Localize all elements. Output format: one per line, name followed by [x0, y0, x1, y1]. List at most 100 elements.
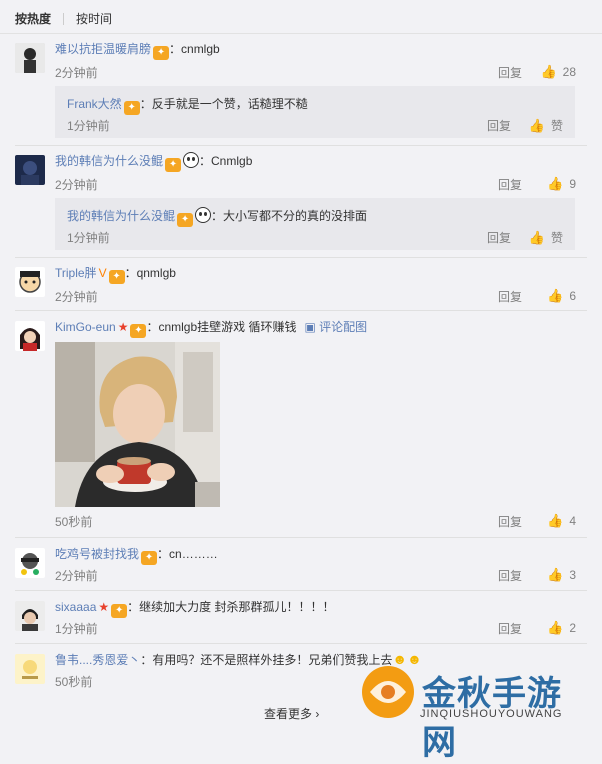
like-count: 28: [562, 65, 576, 79]
avatar[interactable]: [15, 601, 45, 631]
username[interactable]: sixaaaa: [55, 600, 96, 614]
like-count: 9: [569, 177, 576, 191]
reply-button[interactable]: 回复: [498, 176, 522, 193]
username[interactable]: Frank大然: [67, 97, 122, 111]
like-count: 4: [569, 514, 576, 528]
timestamp: 2分钟前: [55, 290, 98, 304]
view-more-link[interactable]: 查看更多 ›: [264, 705, 319, 722]
avatar[interactable]: [15, 267, 45, 297]
view-more-label: 查看更多: [264, 707, 313, 721]
reply-item: Frank大然 ✦ ：反手就是一个赞，话糙理不糙 1分钟前 回复 👍 赞: [55, 86, 575, 138]
divider: [15, 537, 587, 538]
like-count: 3: [569, 568, 576, 582]
comment-text: ：Cnmlgb: [199, 154, 253, 168]
like-button[interactable]: 👍 赞: [529, 229, 563, 246]
username[interactable]: 我的韩信为什么没鲲: [55, 154, 163, 168]
avatar[interactable]: [15, 654, 45, 684]
like-button[interactable]: 👍 3: [547, 567, 576, 583]
comment-text: ：qnmlgb: [124, 266, 176, 280]
comment-image-link[interactable]: ▣ 评论配图: [305, 320, 368, 334]
comment-line: 难以抗拒温暖肩膀 ✦ ：cnmlgb: [55, 40, 220, 60]
reply-line: 我的韩信为什么没鲲 ✦ ：大小写都不分的真的没排面: [67, 207, 367, 227]
timestamp: 50秒前: [55, 515, 93, 529]
reply-text: ：反手就是一个赞，话糙理不糙: [139, 97, 308, 111]
timestamp: 1分钟前: [67, 119, 110, 133]
member-badge-icon: ✦: [165, 158, 182, 172]
username[interactable]: 难以抗拒温暖肩膀: [55, 42, 151, 56]
reply-button[interactable]: 回复: [487, 117, 511, 134]
like-button[interactable]: 👍 6: [547, 288, 576, 304]
comment-line: 吃鸡号被封找我 ✦ ：cn………: [55, 545, 218, 565]
comment-line: KimGo-eun ★ ✦ ：cnmlgb挂壁游戏 循环赚钱 ▣ 评论配图: [55, 318, 367, 338]
panda-icon: [195, 207, 212, 223]
avatar[interactable]: [15, 43, 45, 73]
comment-text: ：继续加大力度 封杀那群孤儿！！！！: [127, 600, 335, 614]
member-badge-icon: ✦: [108, 270, 125, 284]
reply-text: ：大小写都不分的真的没排面: [211, 209, 368, 223]
member-badge-icon: ✦: [141, 551, 158, 565]
top-divider: [0, 33, 602, 34]
username[interactable]: Triple胖: [55, 266, 97, 280]
reply-item: 我的韩信为什么没鲲 ✦ ：大小写都不分的真的没排面 1分钟前 回复 👍 赞: [55, 198, 575, 250]
timestamp: 50秒前: [55, 675, 93, 689]
image-icon: ▣: [304, 320, 320, 334]
like-label: 赞: [550, 231, 563, 245]
verified-v-icon: V: [98, 266, 107, 280]
divider: [15, 145, 587, 146]
divider: [15, 643, 587, 644]
thumbs-up-icon: 👍: [547, 567, 564, 582]
like-button[interactable]: 👍 28: [540, 64, 576, 80]
watermark-logo-icon: [362, 666, 414, 718]
like-button[interactable]: 👍 赞: [529, 117, 563, 134]
thumbs-up-icon: 👍: [547, 288, 564, 303]
comment-text: ：cnmlgb: [169, 42, 220, 56]
avatar[interactable]: [15, 548, 45, 578]
divider: [15, 590, 587, 591]
divider: [15, 257, 587, 258]
thumbs-up-icon: 👍: [540, 64, 557, 79]
reply-line: Frank大然 ✦ ：反手就是一个赞，话糙理不糙: [67, 95, 308, 115]
avatar[interactable]: [15, 155, 45, 185]
thumbs-up-icon: 👍: [528, 230, 545, 245]
sort-by-hot[interactable]: 按热度: [15, 10, 51, 27]
comment-text: ：cn………: [157, 547, 218, 561]
like-button[interactable]: 👍 9: [547, 176, 576, 192]
star-icon: ★: [98, 600, 110, 614]
watermark-subtitle: JINQIUSHOUYOUWANG: [420, 708, 563, 720]
reply-button[interactable]: 回复: [498, 64, 522, 81]
thumbs-up-icon: 👍: [528, 118, 545, 133]
username[interactable]: 我的韩信为什么没鲲: [67, 209, 175, 223]
reply-button[interactable]: 回复: [498, 288, 522, 305]
member-badge-icon: ✦: [153, 46, 170, 60]
username[interactable]: 吃鸡号被封找我: [55, 547, 139, 561]
timestamp: 2分钟前: [55, 66, 98, 80]
reply-button[interactable]: 回复: [498, 513, 522, 530]
comment-text: ：cnmlgb挂壁游戏 循环赚钱: [146, 320, 297, 334]
sort-bar: 按热度 按时间: [15, 10, 112, 27]
timestamp: 1分钟前: [55, 622, 98, 636]
member-badge-icon: ✦: [130, 324, 147, 338]
comment-photo[interactable]: [55, 342, 220, 507]
panda-icon: [183, 152, 200, 168]
avatar[interactable]: [15, 321, 45, 351]
timestamp: 2分钟前: [55, 178, 98, 192]
reply-button[interactable]: 回复: [498, 567, 522, 584]
like-button[interactable]: 👍 2: [547, 620, 576, 636]
member-badge-icon: ✦: [111, 604, 128, 618]
sort-divider: [63, 13, 65, 25]
comment-text: ：有用吗？还不是照样外挂多！兄弟们赞我上去: [140, 653, 393, 667]
like-count: 2: [569, 621, 576, 635]
like-button[interactable]: 👍 4: [547, 513, 576, 529]
comment-line: Triple胖 V ✦ ：qnmlgb: [55, 264, 176, 284]
sort-by-time[interactable]: 按时间: [76, 10, 112, 27]
reply-button[interactable]: 回复: [498, 620, 522, 637]
reply-button[interactable]: 回复: [487, 229, 511, 246]
divider: [15, 310, 587, 311]
username[interactable]: 鲁韦....秀恩爱丶: [55, 653, 140, 667]
like-label: 赞: [550, 119, 563, 133]
comment-line: 我的韩信为什么没鲲 ✦ ：Cnmlgb: [55, 152, 252, 172]
thumbs-up-icon: 👍: [547, 620, 564, 635]
username[interactable]: KimGo-eun: [55, 320, 116, 334]
thumbs-up-icon: 👍: [547, 513, 564, 528]
comment-line: sixaaaa ★ ✦ ：继续加大力度 封杀那群孤儿！！！！: [55, 598, 334, 618]
